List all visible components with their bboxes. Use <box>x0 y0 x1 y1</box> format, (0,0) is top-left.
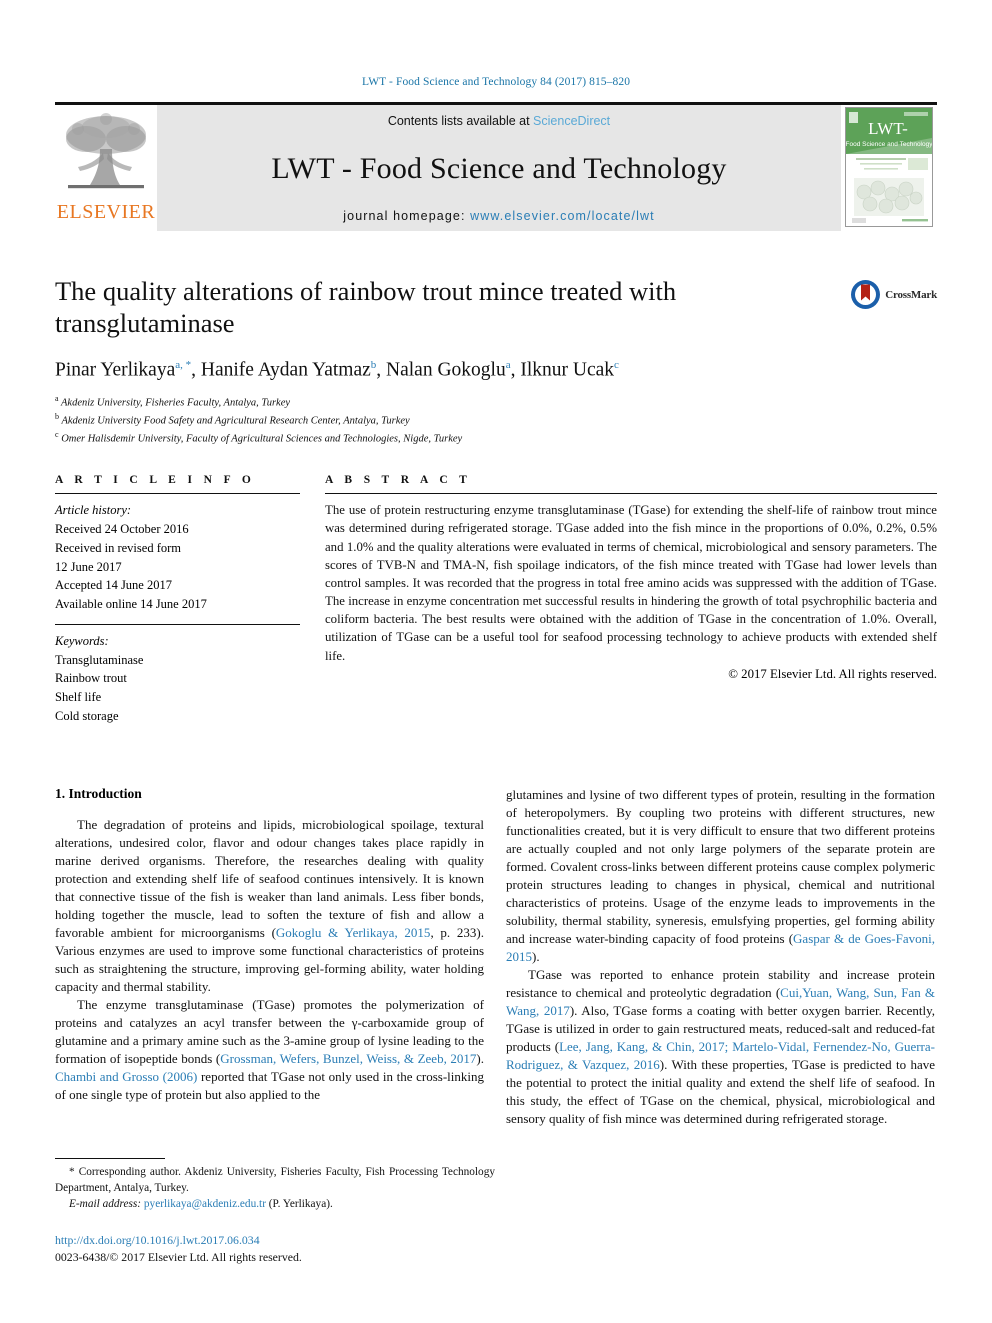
journal-homepage-link[interactable]: www.elsevier.com/locate/lwt <box>470 209 655 223</box>
paragraph: The enzyme transglutaminase (TGase) prom… <box>55 996 484 1104</box>
article-history-line: Accepted 14 June 2017 <box>55 578 172 593</box>
author-name: Pinar Yerlikaya <box>55 359 176 381</box>
info-abstract-section: A R T I C L E I N F O Article history: R… <box>55 474 937 725</box>
sciencedirect-link[interactable]: ScienceDirect <box>533 114 610 128</box>
journal-banner-center: Contents lists available at ScienceDirec… <box>157 105 841 231</box>
affiliation-mark: c <box>55 429 59 439</box>
paper-page: LWT - Food Science and Technology 84 (20… <box>0 0 992 1323</box>
elsevier-logo: ELSEVIER <box>55 105 157 231</box>
keyword-item: Shelf life <box>55 690 102 705</box>
abstract-column: A B S T R A C T The use of protein restr… <box>325 474 937 725</box>
author-name: Hanife Aydan Yatmaz <box>200 359 371 381</box>
citation-link[interactable]: Grossman, Wefers, Bunzel, Weiss, & Zeeb,… <box>220 1051 476 1066</box>
paragraph: The degradation of proteins and lipids, … <box>55 816 484 996</box>
author-affil-mark: c <box>614 358 619 371</box>
email-owner: (P. Yerlikaya). <box>265 1197 333 1210</box>
article-history-line: 12 June 2017 <box>55 559 122 574</box>
abstract-text: The use of protein restructuring enzyme … <box>325 503 937 663</box>
elsevier-wordmark: ELSEVIER <box>56 201 156 223</box>
author-affil-mark: b <box>370 358 377 371</box>
email-label: E-mail address: <box>69 1197 142 1210</box>
running-head: LWT - Food Science and Technology 84 (20… <box>361 76 631 88</box>
affiliation-mark: a <box>55 394 59 404</box>
paragraph: TGase was reported to enhance protein st… <box>506 966 935 1128</box>
footnote-block: * Corresponding author. Akdeniz Universi… <box>55 1157 495 1266</box>
article-info-column: A R T I C L E I N F O Article history: R… <box>55 474 300 725</box>
keyword-item: Transglutaminase <box>55 652 144 667</box>
article-title-block: CrossMark The quality alterations of rai… <box>55 275 937 446</box>
keywords-rule <box>55 623 300 625</box>
affiliation-text: Akdeniz University, Fisheries Faculty, A… <box>61 397 291 409</box>
abstract-rule <box>325 493 937 495</box>
crossmark-badge[interactable]: CrossMark <box>850 279 937 310</box>
journal-cover-thumbnail: LWT- Food Science and Technology <box>845 107 933 227</box>
abstract-heading: A B S T R A C T <box>325 474 472 487</box>
affiliation-item: a Akdeniz University, Fisheries Faculty,… <box>55 393 937 411</box>
affiliation-list: a Akdeniz University, Fisheries Faculty,… <box>55 393 937 446</box>
article-history-line: Available online 14 June 2017 <box>55 597 207 612</box>
affiliation-item: b Akdeniz University Food Safety and Agr… <box>55 411 937 429</box>
crossmark-label: CrossMark <box>885 288 937 301</box>
keyword-item: Rainbow trout <box>55 671 127 686</box>
crossmark-icon <box>851 280 881 309</box>
journal-banner: ELSEVIER Contents lists available at Sci… <box>55 102 937 231</box>
section-heading-introduction: 1. Introduction <box>55 785 142 801</box>
keywords-label: Keywords: <box>55 633 109 648</box>
keyword-item: Cold storage <box>55 708 119 723</box>
affiliation-text: Akdeniz University Food Safety and Agric… <box>61 415 410 427</box>
contents-lists-prefix: Contents lists available at <box>387 114 534 128</box>
author-affil-mark: a <box>505 358 511 371</box>
journal-homepage-line: journal homepage: www.elsevier.com/locat… <box>343 209 654 223</box>
footnote-rule <box>55 1157 165 1159</box>
article-history-label: Article history: <box>55 503 132 518</box>
body-column-right: glutamines and lysine of two different t… <box>506 786 935 1128</box>
elsevier-tree-icon <box>66 113 146 189</box>
issn-copyright-line: 0023-6438/© 2017 Elsevier Ltd. All right… <box>55 1249 302 1264</box>
journal-cover-art: LWT- Food Science and Technology <box>846 108 932 226</box>
svg-text:Food Science and Technology: Food Science and Technology <box>846 141 932 148</box>
journal-homepage-label: journal homepage: <box>343 209 471 223</box>
svg-text:LWT-: LWT- <box>868 119 908 138</box>
paragraph: glutamines and lysine of two different t… <box>506 786 935 966</box>
body-columns: 1. Introduction The degradation of prote… <box>55 786 937 1128</box>
email-link[interactable]: pyerlikaya@akdeniz.edu.tr <box>144 1198 266 1210</box>
citation-link[interactable]: Gokoglu & Yerlikaya, 2015 <box>276 925 431 940</box>
affiliation-text: Omer Halisdemir University, Faculty of A… <box>61 433 463 445</box>
corresponding-author-note: * Corresponding author. Akdeniz Universi… <box>55 1165 495 1194</box>
paragraph-text: ). <box>532 948 540 964</box>
author-list: Pinar Yerlikayaa, *, Hanife Aydan Yatmaz… <box>55 358 619 381</box>
article-info-rule <box>55 493 300 495</box>
citation-link[interactable]: Chambi and Grosso (2006) <box>55 1069 197 1084</box>
article-history-line: Received in revised form <box>55 540 181 555</box>
body-column-left: 1. Introduction The degradation of prote… <box>55 786 484 1128</box>
email-note: E-mail address: pyerlikaya@akdeniz.edu.t… <box>55 1196 495 1212</box>
affiliation-item: c Omer Halisdemir University, Faculty of… <box>55 429 937 447</box>
doi-block: http://dx.doi.org/10.1016/j.lwt.2017.06.… <box>55 1232 495 1266</box>
paragraph-text: glutamines and lysine of two different t… <box>506 786 935 946</box>
abstract-copyright: © 2017 Elsevier Ltd. All rights reserved… <box>728 666 937 681</box>
article-info-heading: A R T I C L E I N F O <box>55 474 256 487</box>
article-history-line: Received 24 October 2016 <box>55 522 189 537</box>
author-affil-mark: a, * <box>175 358 192 371</box>
contents-lists-line: Contents lists available at ScienceDirec… <box>388 114 610 128</box>
journal-cover-wrap: LWT- Food Science and Technology <box>841 105 937 231</box>
author-name: Nalan Gokoglu <box>386 359 506 381</box>
paragraph-text: The degradation of proteins and lipids, … <box>55 816 484 940</box>
affiliation-mark: b <box>55 411 59 421</box>
paragraph-text: ). <box>476 1050 484 1066</box>
author-name: Ilknur Ucak <box>520 359 615 381</box>
doi-link[interactable]: http://dx.doi.org/10.1016/j.lwt.2017.06.… <box>55 1232 495 1249</box>
journal-title: LWT - Food Science and Technology <box>271 151 727 185</box>
page-title: The quality alterations of rainbow trout… <box>55 276 677 339</box>
